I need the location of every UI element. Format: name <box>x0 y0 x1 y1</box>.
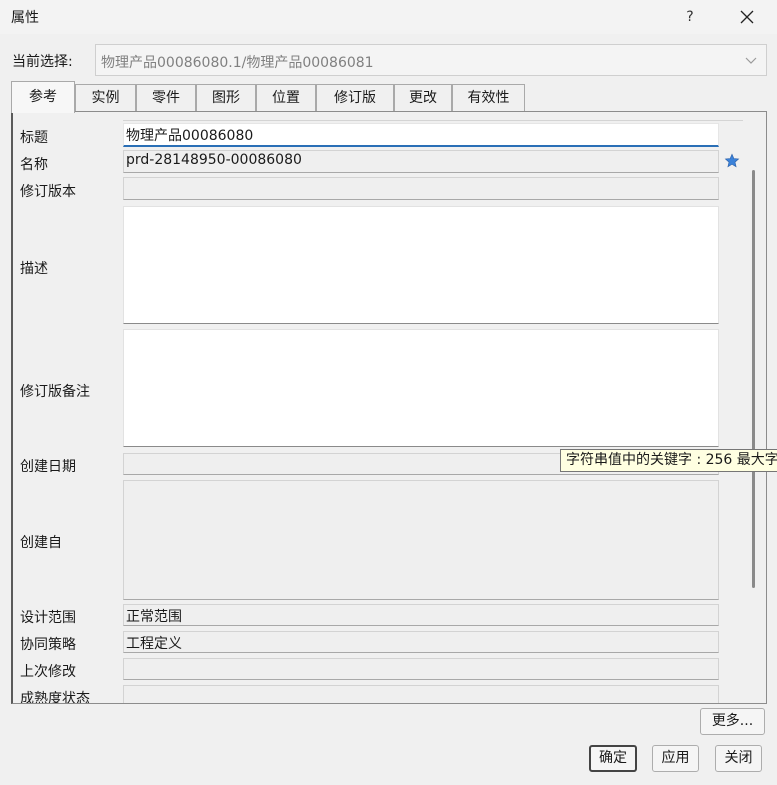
revision-note-field[interactable] <box>123 329 719 447</box>
name-field[interactable]: prd-28148950-00086080 <box>123 150 719 173</box>
close-button[interactable]: 关闭 <box>715 745 762 772</box>
tab-position[interactable]: 位置 <box>256 84 316 111</box>
properties-panel: 标题 物理产品00086080 名称 prd-28148950-00086080… <box>11 111 767 704</box>
maturity-field[interactable] <box>123 685 719 703</box>
close-icon <box>740 10 754 24</box>
created-by-field[interactable] <box>123 480 719 600</box>
tab-part[interactable]: 零件 <box>136 84 196 111</box>
title-label: 标题 <box>20 130 48 146</box>
more-button[interactable]: 更多... <box>700 708 765 735</box>
description-field[interactable] <box>123 206 719 324</box>
last-modified-label: 上次修改 <box>20 664 76 680</box>
collab-policy-field[interactable]: 工程定义 <box>123 631 719 653</box>
current-selection-dropdown[interactable]: 物理产品00086080.1/物理产品00086081 <box>95 44 767 76</box>
description-label: 描述 <box>20 261 48 277</box>
revision-label: 修订版本 <box>20 184 76 200</box>
last-modified-field[interactable] <box>123 658 719 680</box>
created-by-label: 创建自 <box>20 535 62 551</box>
star-icon[interactable] <box>724 153 740 169</box>
apply-button[interactable]: 应用 <box>652 745 699 772</box>
name-label: 名称 <box>20 157 48 173</box>
title-bar: 属性 ? <box>0 0 777 34</box>
tab-revision[interactable]: 修订版 <box>316 84 394 111</box>
collab-policy-value: 工程定义 <box>126 636 182 652</box>
revision-field[interactable] <box>123 177 719 200</box>
current-selection-value: 物理产品00086080.1/物理产品00086081 <box>101 55 374 71</box>
revision-note-label: 修订版备注 <box>20 384 90 400</box>
title-field[interactable]: 物理产品00086080 <box>123 123 719 147</box>
close-window-button[interactable] <box>728 2 766 32</box>
scrollbar-thumb[interactable] <box>752 170 755 588</box>
tab-change[interactable]: 更改 <box>394 84 452 111</box>
created-date-label: 创建日期 <box>20 459 76 475</box>
name-value: prd-28148950-00086080 <box>126 152 302 168</box>
divider <box>123 120 743 121</box>
title-value: 物理产品00086080 <box>126 128 254 144</box>
design-range-field[interactable]: 正常范围 <box>123 604 719 626</box>
window-title: 属性 <box>11 10 39 26</box>
design-range-value: 正常范围 <box>126 609 182 625</box>
design-range-label: 设计范围 <box>20 610 76 626</box>
current-selection-label: 当前选择: <box>12 54 73 70</box>
ok-button[interactable]: 确定 <box>589 745 637 772</box>
tab-effectivity[interactable]: 有效性 <box>452 84 525 111</box>
tooltip: 字符串值中的关键字 : 256 最大字 <box>560 449 777 472</box>
collab-policy-label: 协同策略 <box>20 637 76 653</box>
tab-reference[interactable]: 参考 <box>11 81 75 113</box>
tab-instance[interactable]: 实例 <box>75 84 136 111</box>
chevron-down-icon[interactable] <box>740 49 762 71</box>
help-icon: ? <box>686 9 694 25</box>
help-button[interactable]: ? <box>676 4 704 30</box>
tab-graphics[interactable]: 图形 <box>196 84 256 111</box>
maturity-label: 成熟度状态 <box>20 691 90 704</box>
